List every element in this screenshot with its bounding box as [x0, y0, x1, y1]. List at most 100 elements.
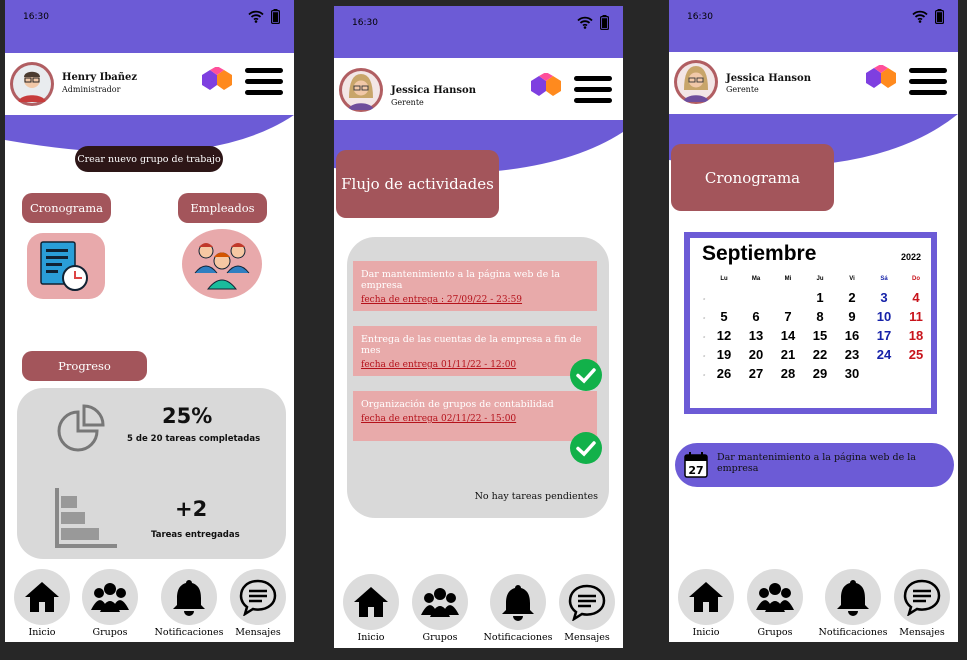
progreso-label: Progreso: [58, 359, 111, 373]
nav-mensajes[interactable]: Mensajes: [552, 574, 622, 643]
nav-notificaciones[interactable]: Notificaciones: [483, 574, 553, 643]
nav-grupos[interactable]: Grupos: [740, 569, 810, 638]
calendar-day[interactable]: 25: [900, 347, 932, 362]
user-name: Jessica Hanson: [726, 73, 811, 84]
calendar-day[interactable]: 27: [740, 366, 772, 381]
nav-notificaciones[interactable]: Notificaciones: [154, 569, 224, 638]
calendar-day[interactable]: 9: [836, 309, 868, 324]
avatar[interactable]: [339, 68, 383, 112]
calendar-weekday: Ma: [751, 276, 761, 282]
app-logo-icon: [531, 73, 561, 96]
calendar-weekday: Vi: [849, 276, 855, 282]
app-logo-icon: [866, 65, 896, 88]
progreso-button[interactable]: Progreso: [22, 351, 147, 381]
avatar[interactable]: [10, 62, 54, 106]
screen-schedule: 16:30 Jessica Hanson Gerente Cronograma …: [669, 0, 958, 642]
avatar[interactable]: [674, 60, 718, 104]
calendar-month: Septiembre: [702, 242, 817, 265]
group-icon: [91, 583, 129, 612]
calendar-day[interactable]: 28: [772, 366, 804, 381]
calendar-day[interactable]: 10: [868, 309, 900, 324]
calendar-day[interactable]: 30: [836, 366, 868, 381]
calendar-day[interactable]: 11: [900, 309, 932, 324]
calendar-day[interactable]: 4: [900, 290, 932, 305]
calendar-day[interactable]: 29: [804, 366, 836, 381]
task-title: Organización de grupos de contabilidad: [361, 399, 554, 410]
nav-mensajes[interactable]: Mensajes: [223, 569, 293, 638]
page-title: Flujo de actividades: [336, 150, 499, 218]
create-group-label: Crear nuevo grupo de trabajo: [77, 153, 221, 165]
wifi-icon: [912, 10, 928, 23]
task-item[interactable]: Organización de grupos de contabilidad fe…: [353, 391, 597, 441]
calendar-icon: 27: [684, 452, 708, 478]
home-icon: [354, 587, 388, 617]
menu-icon[interactable]: [574, 76, 612, 104]
calendar-weekday: Mi: [784, 276, 792, 282]
create-group-button[interactable]: Crear nuevo grupo de trabajo: [75, 146, 223, 172]
empleados-button[interactable]: Empleados: [178, 193, 267, 223]
user-role: Gerente: [726, 85, 759, 94]
event-text: Dar mantenimiento a la página web de la …: [717, 452, 916, 474]
calendar-day[interactable]: 17: [868, 328, 900, 343]
calendar-day[interactable]: 19: [708, 347, 740, 362]
calendar-day[interactable]: 18: [900, 328, 932, 343]
app-logo-icon: [202, 67, 232, 90]
calendar-day[interactable]: 24: [868, 347, 900, 362]
calendar-day[interactable]: 26: [708, 366, 740, 381]
calendar-day[interactable]: 1: [804, 290, 836, 305]
calendar-week-marker: »: [703, 296, 706, 301]
tasks-panel: Dar mantenimiento a la página web de la …: [347, 237, 609, 518]
page-title-label: Cronograma: [704, 168, 801, 187]
bottom-nav: Inicio Grupos Notificaciones Mensajes: [5, 569, 294, 642]
calendar-day[interactable]: 8: [804, 309, 836, 324]
user-name: Jessica Hanson: [391, 85, 476, 96]
task-due[interactable]: fecha de entrega : 27/09/22 - 23:59: [361, 295, 589, 305]
nav-mensajes[interactable]: Mensajes: [887, 569, 957, 638]
nav-grupos[interactable]: Grupos: [405, 574, 475, 643]
calendar-day[interactable]: 23: [836, 347, 868, 362]
nav-mensajes-label: Mensajes: [235, 627, 281, 638]
status-icons: [912, 9, 944, 24]
schedule-icon[interactable]: [27, 233, 105, 299]
task-due[interactable]: fecha de entrega 02/11/22 - 15:00: [361, 414, 589, 424]
calendar-day[interactable]: 12: [708, 328, 740, 343]
calendar-day[interactable]: 22: [804, 347, 836, 362]
task-item[interactable]: Entrega de las cuentas de la empresa a f…: [353, 326, 597, 376]
chat-icon: [903, 579, 941, 616]
cronograma-button[interactable]: Cronograma: [22, 193, 111, 223]
calendar-day[interactable]: 5: [708, 309, 740, 324]
task-due[interactable]: fecha de entrega 01/11/22 - 12:00: [361, 360, 589, 370]
nav-notificaciones-label: Notificaciones: [818, 627, 888, 638]
task-item[interactable]: Dar mantenimiento a la página web de la …: [353, 261, 597, 311]
event-item[interactable]: 27 Dar mantenimiento a la página web de …: [675, 443, 954, 487]
calendar-day[interactable]: 7: [772, 309, 804, 324]
status-icons: [577, 15, 609, 30]
nav-inicio[interactable]: Inicio: [336, 574, 406, 643]
calendar-week-marker: »: [703, 353, 706, 358]
calendar-day[interactable]: 20: [740, 347, 772, 362]
nav-inicio[interactable]: Inicio: [671, 569, 741, 638]
menu-icon[interactable]: [245, 68, 283, 96]
calendar-day[interactable]: 15: [804, 328, 836, 343]
calendar-day[interactable]: 14: [772, 328, 804, 343]
calendar-day[interactable]: 21: [772, 347, 804, 362]
employees-icon[interactable]: [182, 229, 262, 299]
nav-inicio-label: Inicio: [357, 632, 385, 643]
calendar-day[interactable]: 6: [740, 309, 772, 324]
nav-notificaciones[interactable]: Notificaciones: [818, 569, 888, 638]
calendar-day[interactable]: 2: [836, 290, 868, 305]
check-icon[interactable]: [570, 359, 602, 391]
calendar-day[interactable]: 13: [740, 328, 772, 343]
calendar-day[interactable]: 16: [836, 328, 868, 343]
progress-panel: 25% 5 de 20 tareas completadas +2 Tareas…: [17, 388, 286, 559]
home-icon: [25, 582, 59, 612]
menu-icon[interactable]: [909, 68, 947, 96]
event-day: 27: [688, 464, 703, 477]
profile-header: Jessica Hanson Gerente: [334, 58, 623, 120]
nav-inicio[interactable]: Inicio: [7, 569, 77, 638]
calendar-day[interactable]: 3: [868, 290, 900, 305]
user-role: Gerente: [391, 98, 424, 107]
user-name: Henry Ibañez: [62, 72, 138, 83]
check-icon[interactable]: [570, 432, 602, 464]
nav-grupos[interactable]: Grupos: [75, 569, 145, 638]
